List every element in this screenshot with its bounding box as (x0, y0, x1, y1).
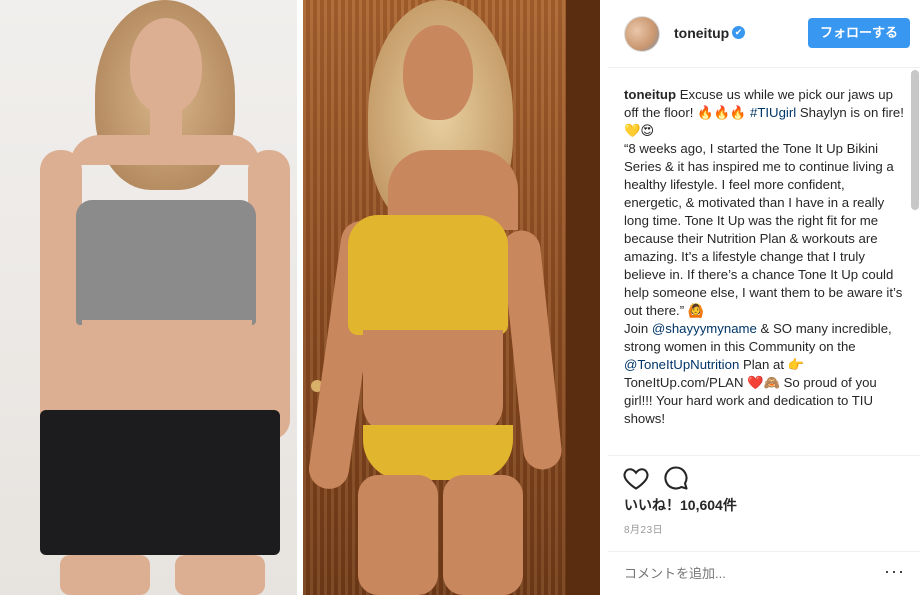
yellow-bikini-top (348, 215, 508, 335)
post-header: toneitup ✔ フォローする (608, 0, 920, 68)
comment-input[interactable] (624, 562, 854, 584)
mention-link-shayyymyname[interactable]: @shayyymyname (652, 321, 757, 336)
verified-badge-icon: ✔ (732, 26, 745, 39)
mention-link-toneitupnutrition[interactable]: @ToneItUpNutrition (624, 357, 739, 372)
post-caption: toneitup Excuse us while we pick our jaw… (624, 86, 906, 448)
face (130, 18, 202, 113)
shoulders (70, 135, 260, 165)
black-shorts (40, 410, 280, 555)
left-leg (60, 555, 150, 595)
yellow-bikini-bottom (363, 425, 513, 480)
right-leg (443, 475, 523, 595)
face (403, 25, 473, 120)
torso (82, 320, 252, 420)
torso (363, 330, 503, 435)
more-options-icon[interactable]: ··· (884, 562, 905, 580)
hashtag-link[interactable]: #TIUgirl (750, 105, 796, 120)
like-count[interactable]: いいね！10,604件 (624, 495, 737, 515)
caption-join-prefix: Join (624, 321, 652, 336)
after-photo (303, 0, 600, 595)
follow-button[interactable]: フォローする (808, 18, 910, 48)
post-photo[interactable] (0, 0, 600, 595)
post-date[interactable]: 8月23日 (624, 521, 663, 536)
comment-form: ··· (608, 551, 920, 595)
post-actions: いいね！10,604件 8月23日 (608, 455, 920, 551)
right-leg (175, 555, 265, 595)
before-photo (0, 0, 297, 595)
header-username[interactable]: toneitup (674, 25, 729, 41)
caption-scrollbar[interactable] (911, 70, 919, 210)
caption-quote: “8 weeks ago, I started the Tone It Up B… (624, 141, 903, 318)
grey-sports-bra (76, 200, 256, 325)
comment-icon[interactable] (662, 464, 690, 492)
door-frame (566, 0, 600, 595)
left-leg (358, 475, 438, 595)
heart-icon[interactable] (622, 464, 650, 492)
post-sidebar: toneitup ✔ フォローする toneitup Excuse us whi… (608, 0, 920, 595)
profile-avatar[interactable] (624, 16, 660, 52)
caption-author[interactable]: toneitup (624, 87, 676, 102)
